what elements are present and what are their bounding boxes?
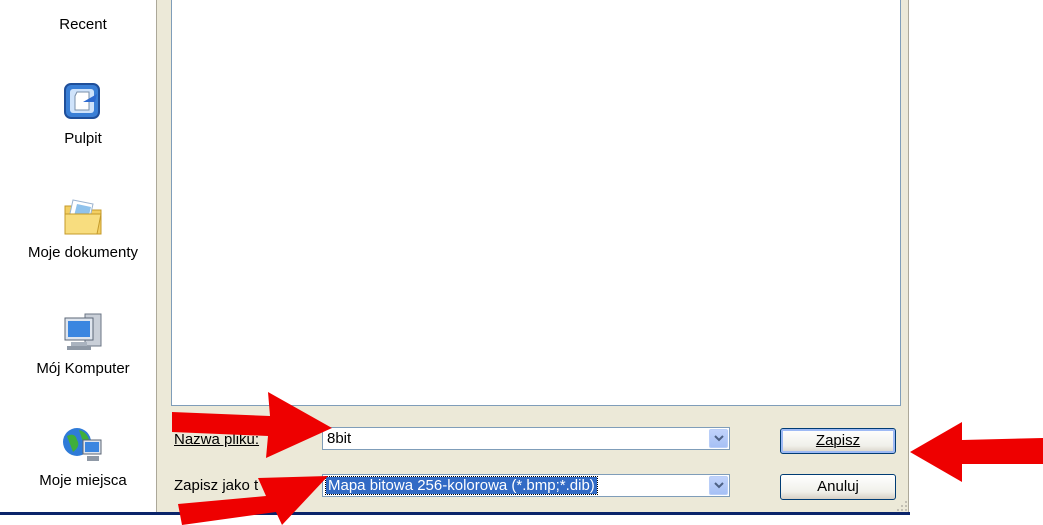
places-item-label: Recent bbox=[59, 16, 107, 33]
arrow-pointing-filetype-icon bbox=[178, 476, 328, 525]
arrow-pointing-save-icon bbox=[910, 422, 1043, 482]
filetype-dropdown-button[interactable] bbox=[709, 476, 728, 495]
desktop-icon bbox=[59, 78, 107, 126]
places-item-network[interactable]: Moje miejsca bbox=[10, 420, 156, 489]
places-item-desktop[interactable]: Pulpit bbox=[10, 78, 156, 147]
places-item-label: Moje dokumenty bbox=[27, 244, 139, 261]
documents-folder-icon bbox=[59, 192, 107, 240]
arrow-pointing-filename-icon bbox=[172, 392, 332, 458]
resize-grip-icon[interactable] bbox=[896, 500, 908, 512]
places-item-label: Pulpit bbox=[64, 130, 102, 147]
places-item-computer[interactable]: Mój Komputer bbox=[10, 308, 156, 377]
places-bar: Recent Pulpit Moje dokumenty Mój Kompute… bbox=[10, 0, 157, 512]
places-item-recent[interactable]: Recent bbox=[10, 16, 156, 33]
places-item-label: Moje miejsca bbox=[39, 472, 127, 489]
chevron-down-icon bbox=[714, 435, 724, 442]
dialog-bottom-border bbox=[0, 512, 910, 515]
filetype-combo[interactable]: Mapa bitowa 256-kolorowa (*.bmp;*.dib) bbox=[322, 474, 730, 497]
filetype-selected-value: Mapa bitowa 256-kolorowa (*.bmp;*.dib) bbox=[325, 476, 598, 495]
cancel-button-label: Anuluj bbox=[817, 478, 859, 495]
file-list[interactable] bbox=[171, 0, 901, 406]
save-button[interactable]: Zapisz bbox=[780, 428, 896, 454]
filename-combo[interactable]: 8bit bbox=[322, 427, 730, 450]
save-button-label: Zapisz bbox=[815, 432, 861, 449]
places-item-documents[interactable]: Moje dokumenty bbox=[10, 192, 156, 261]
save-dialog: Recent Pulpit Moje dokumenty Mój Kompute… bbox=[10, 0, 909, 512]
computer-icon bbox=[59, 308, 107, 356]
places-item-label: Mój Komputer bbox=[36, 360, 130, 377]
cancel-button[interactable]: Anuluj bbox=[780, 474, 896, 500]
filename-dropdown-button[interactable] bbox=[709, 429, 728, 448]
network-places-icon bbox=[59, 420, 107, 468]
chevron-down-icon bbox=[714, 482, 724, 489]
